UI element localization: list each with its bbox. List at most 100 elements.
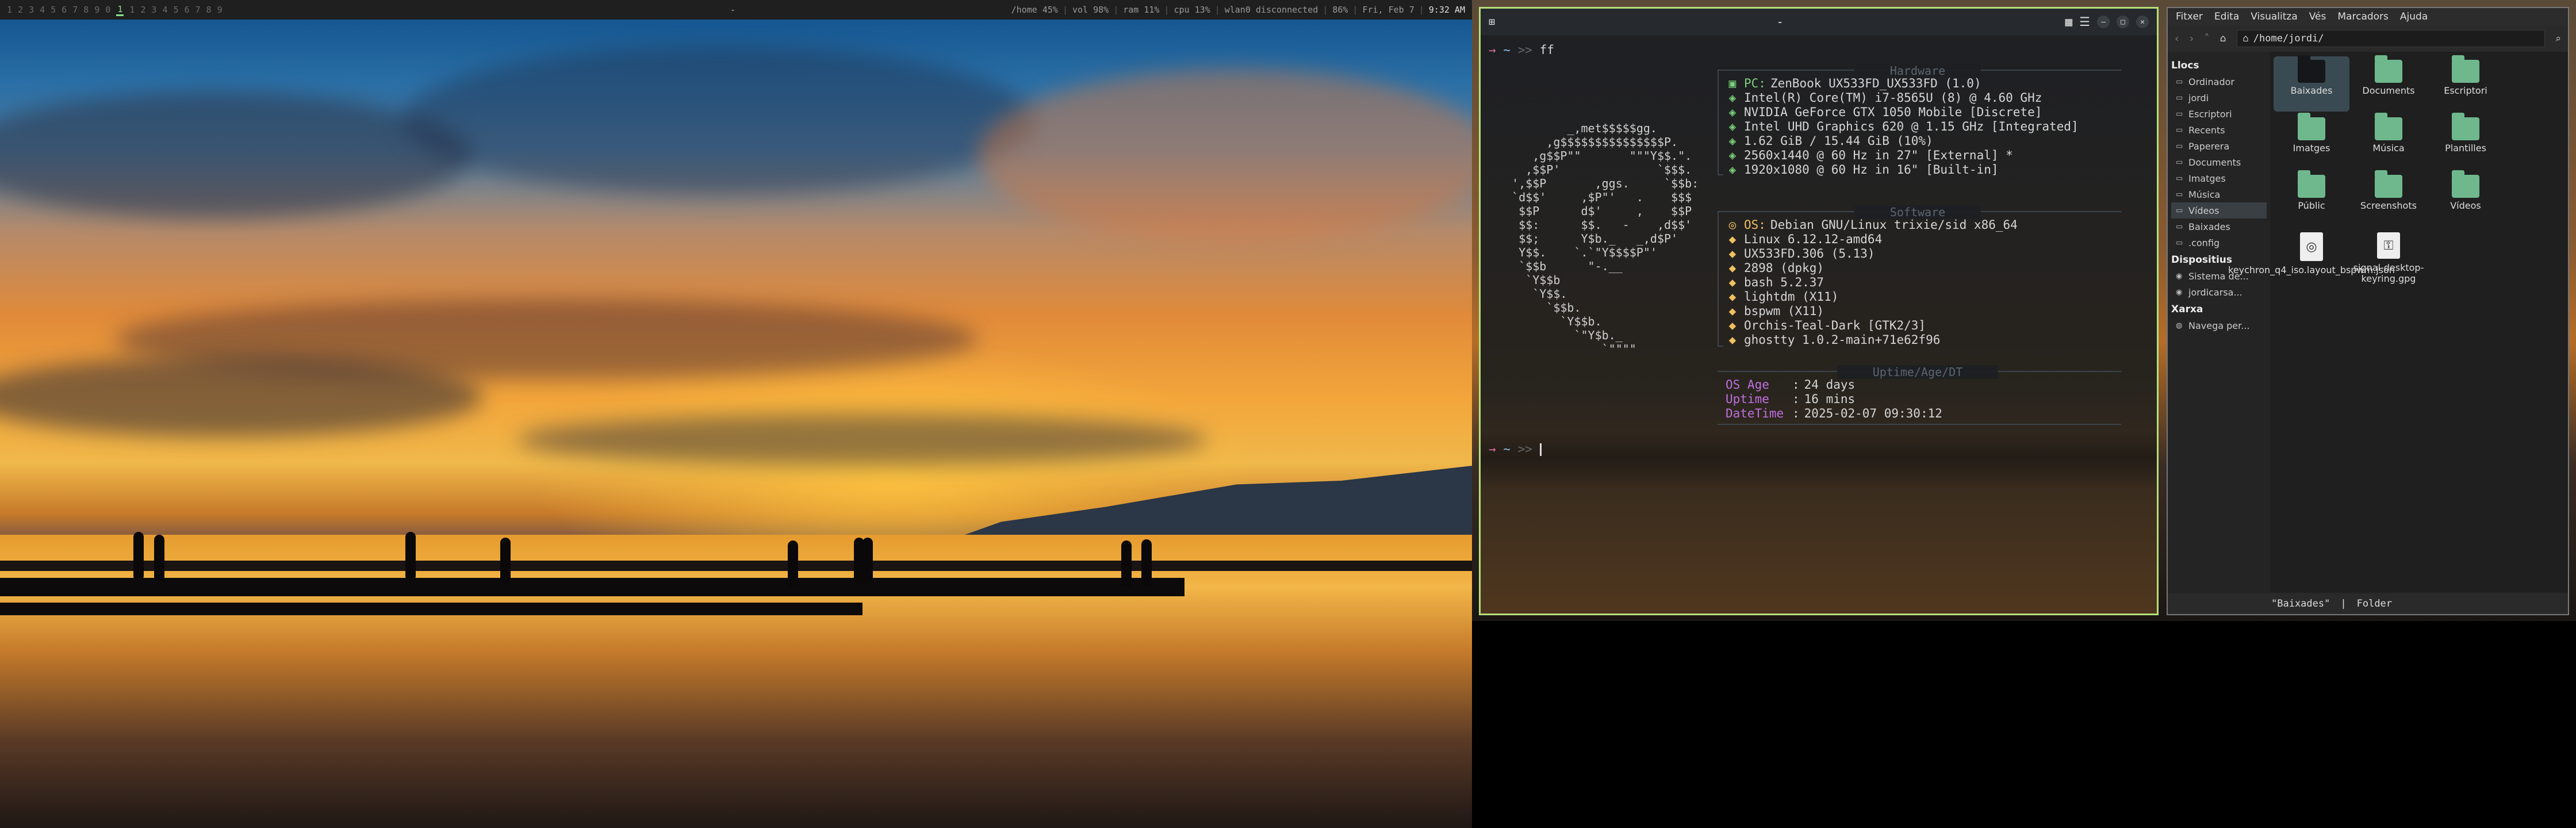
sidebar-item[interactable]: ▭ Escriptori (2171, 106, 2267, 122)
file-item[interactable]: Documents (2351, 55, 2426, 112)
sidebar-item[interactable]: ▭ Recents (2171, 122, 2267, 138)
menu-fitxer[interactable]: Fitxer (2176, 11, 2203, 22)
info-colon: : (1792, 392, 1800, 406)
new-tab-icon[interactable]: ⊞ (1489, 16, 1495, 28)
workspace-1-right[interactable]: 1 (129, 5, 135, 15)
file-icon: ⚿ (2377, 232, 2400, 259)
sidebar-item[interactable]: ▭ jordi (2171, 90, 2267, 106)
location-bar[interactable]: ⌂ /home/jordi/ (2236, 30, 2546, 47)
sidebar-item[interactable]: ▭ Imatges (2171, 170, 2267, 186)
workspace-5-left[interactable]: 5 (51, 5, 56, 15)
tab-overview-icon[interactable]: ▦ (2065, 15, 2073, 29)
sidebar-item-label: Ordinador (2188, 76, 2234, 87)
workspace-2-right[interactable]: 2 (140, 5, 145, 15)
bar-modules: /home 45% | vol 98% | ram 11% | cpu 13% | wlan0 … (1011, 5, 1465, 15)
info-icon: ◆ (1728, 333, 1736, 347)
menu-vés[interactable]: Vés (2309, 11, 2326, 22)
workspace-1-left[interactable]: 1 (7, 5, 12, 15)
place-icon: ▭ (2176, 93, 2183, 102)
file-item[interactable]: Screenshots (2351, 170, 2426, 227)
prompt-command: ff (1539, 43, 1554, 57)
file-grid[interactable]: Baixades Documents Escriptori Imatges Música… (2228, 52, 2568, 592)
maximize-button[interactable]: □ (2116, 16, 2129, 28)
workspace-4-right[interactable]: 4 (162, 5, 167, 15)
info-row: ◆ bspwm (X11) (1726, 304, 2018, 319)
info-label: DateTime (1726, 407, 1784, 420)
workspace-switcher[interactable]: 12345678901123456789 (7, 4, 223, 16)
software-section-title: Software (1854, 205, 1981, 219)
forward-icon[interactable]: › (2190, 32, 2194, 45)
workspace-0-left[interactable]: 0 (105, 5, 110, 15)
workspace-9-left[interactable]: 9 (94, 5, 99, 15)
menu-marcadors[interactable]: Marcadors (2337, 11, 2389, 22)
place-icon: ▭ (2176, 141, 2183, 151)
file-item[interactable]: Plantilles (2428, 113, 2504, 169)
workspace-8-right[interactable]: 8 (206, 5, 212, 15)
back-icon[interactable]: ‹ (2175, 32, 2179, 45)
file-item[interactable]: Públic (2274, 170, 2349, 227)
info-row: ◈ 2560x1440 @ 60 Hz in 27" [External] * (1726, 148, 2079, 163)
file-manager-window[interactable]: Fitxer Edita Visualitza Vés Marcadors Ajuda ‹… (2167, 7, 2569, 615)
workspace-3-left[interactable]: 3 (29, 5, 34, 15)
terminal-titlebar[interactable]: ⊞ - ▦ ☰ – □ ✕ (1481, 9, 2157, 35)
sidebar-item[interactable]: ▭ Música (2171, 186, 2267, 202)
workspace-5-right[interactable]: 5 (173, 5, 178, 15)
info-icon: ◈ (1728, 163, 1736, 177)
info-icon: ◈ (1728, 148, 1736, 162)
file-item[interactable]: ◎ keychron_q4_iso.layout_bspwm.json (2228, 229, 2395, 284)
minimize-button[interactable]: – (2096, 16, 2110, 28)
info-value: bspwm (X11) (1744, 304, 1824, 318)
sidebar-item[interactable]: ▭ Vídeos (2171, 202, 2267, 218)
info-value: bash 5.2.37 (1744, 275, 1824, 289)
status-selection: "Baixades" (2271, 598, 2330, 610)
workspace-6-left[interactable]: 6 (62, 5, 67, 15)
workspace-4-left[interactable]: 4 (40, 5, 45, 15)
info-icon: ◈ (1728, 91, 1736, 105)
menu-ajuda[interactable]: Ajuda (2400, 11, 2428, 22)
file-item[interactable]: Baixades (2274, 55, 2349, 112)
file-item[interactable]: ⚿ signal-desktop-keyring.gpg (2351, 229, 2426, 284)
terminal-window[interactable]: ⊞ - ▦ ☰ – □ ✕ → ~ >> ff _,met$$$$$gg. ,g… (1479, 7, 2159, 615)
info-row: ◆ ghostty 1.0.2-main+71e62f96 (1726, 333, 2018, 347)
sidebar-item-label: Documents (2188, 156, 2241, 168)
workspace-3-right[interactable]: 3 (151, 5, 156, 15)
info-value: 1920x1080 @ 60 Hz in 16" [Built-in] (1744, 163, 1999, 177)
sidebar-item[interactable]: ▭ Ordinador (2171, 74, 2267, 90)
bar-module: 86% (1332, 5, 1348, 15)
sidebar-item[interactable]: ▭ Baixades (2171, 218, 2267, 235)
up-icon[interactable]: ˄ (2204, 32, 2210, 45)
sidebar-item[interactable]: ◍ Navega per... (2171, 317, 2267, 334)
bar-separator: | (1062, 5, 1068, 15)
prompt-line-current[interactable]: → ~ >> (1489, 442, 1542, 456)
info-icon: ◈ (1728, 120, 1736, 133)
bar-separator: | (1113, 5, 1119, 15)
workspace-8-left[interactable]: 8 (83, 5, 89, 15)
menu-visualitza[interactable]: Visualitza (2251, 11, 2297, 22)
info-value: 16 mins (1804, 392, 1856, 406)
workspace-2-left[interactable]: 2 (18, 5, 23, 15)
file-item[interactable]: Escriptori (2428, 55, 2504, 112)
close-button[interactable]: ✕ (2136, 16, 2149, 28)
workspace-7-left[interactable]: 7 (72, 5, 78, 15)
info-value: 2898 (dpkg) (1744, 261, 1824, 275)
file-item[interactable]: Música (2351, 113, 2426, 169)
sidebar-item[interactable]: ◉ jordicarsa... (2171, 284, 2267, 300)
workspace-active[interactable]: 1 (116, 4, 124, 16)
home-icon[interactable]: ⌂ (2220, 33, 2226, 44)
info-row: ◆ 2898 (dpkg) (1726, 261, 2018, 275)
search-icon[interactable]: ⌕ (2555, 33, 2561, 44)
bar-module: ram 11% (1123, 5, 1160, 15)
sidebar-item[interactable]: ▭ Paperera (2171, 138, 2267, 154)
prompt-line: → ~ >> ff (1489, 43, 1554, 57)
terminal-output[interactable]: → ~ >> ff _,met$$$$$gg. ,g$$$$$$$$$$$$$$… (1481, 35, 2157, 614)
workspace-6-right[interactable]: 6 (185, 5, 190, 15)
file-item[interactable]: Vídeos (2428, 170, 2504, 227)
file-item[interactable]: Imatges (2274, 113, 2349, 169)
workspace-7-right[interactable]: 7 (195, 5, 201, 15)
menu-icon[interactable]: ☰ (2079, 15, 2090, 29)
menu-edita[interactable]: Edita (2214, 11, 2239, 22)
workspace-9-right[interactable]: 9 (217, 5, 223, 15)
sidebar-item-label: Música (2188, 189, 2221, 200)
sidebar-item[interactable]: ▭ Documents (2171, 154, 2267, 170)
sidebar-item[interactable]: ▭ .config (2171, 235, 2267, 251)
